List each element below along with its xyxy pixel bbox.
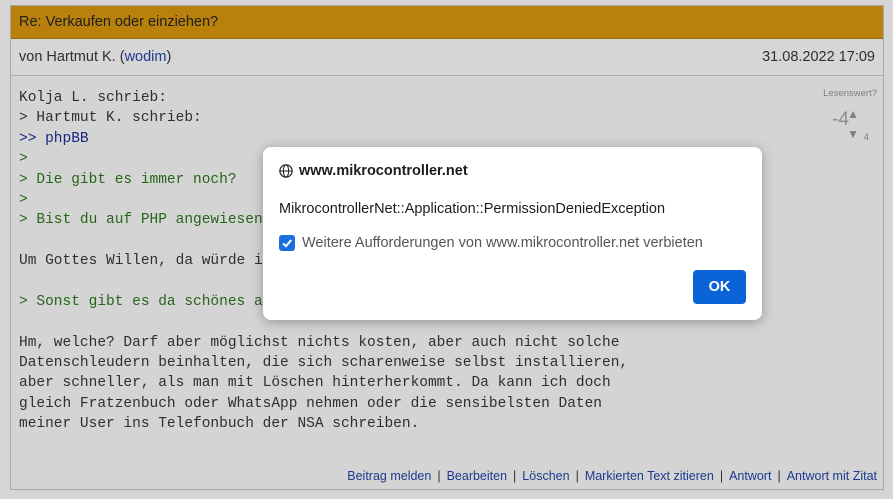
globe-icon xyxy=(279,164,293,178)
permission-dialog: www.mikrocontroller.net MikrocontrollerN… xyxy=(263,147,762,320)
dialog-site: www.mikrocontroller.net xyxy=(299,163,468,179)
dialog-header: www.mikrocontroller.net xyxy=(279,163,468,179)
suppress-checkbox[interactable] xyxy=(279,235,295,251)
dialog-message: MikrocontrollerNet::Application::Permiss… xyxy=(279,201,666,217)
suppress-checkbox-label: Weitere Aufforderungen von www.mikrocont… xyxy=(302,235,703,251)
suppress-checkbox-row[interactable]: Weitere Aufforderungen von www.mikrocont… xyxy=(279,235,703,251)
checkmark-icon xyxy=(282,239,292,248)
ok-button[interactable]: OK xyxy=(693,270,746,304)
